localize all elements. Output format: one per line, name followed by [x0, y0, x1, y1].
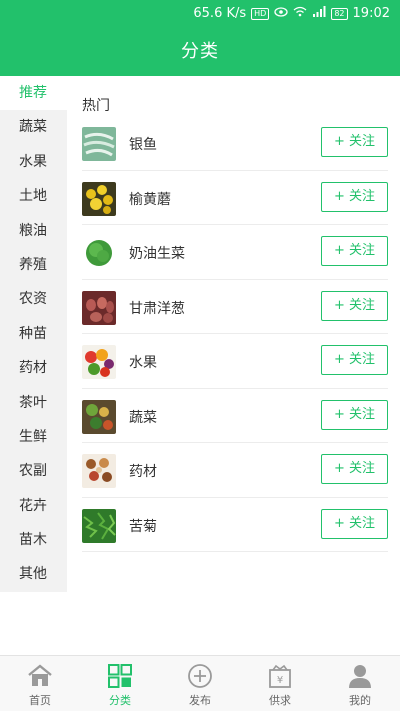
item-name: 银鱼: [129, 137, 157, 153]
profile-icon: [347, 663, 373, 689]
follow-button[interactable]: + 关注: [321, 290, 388, 321]
category-icon: [107, 663, 133, 689]
tab-label: 发布: [189, 694, 211, 707]
list-item[interactable]: 苦菊 + 关注: [82, 498, 388, 552]
list-item[interactable]: 水果 + 关注: [82, 334, 388, 389]
page-title: 分类: [181, 41, 219, 62]
item-name: 甘肃洋葱: [129, 300, 185, 317]
follow-button[interactable]: + 关注: [321, 127, 388, 157]
tab-label: 我的: [349, 694, 371, 707]
list-item[interactable]: 奶油生菜 + 关注: [82, 225, 388, 280]
list-item[interactable]: 榆黄蘑 + 关注: [82, 171, 388, 225]
network-speed: 65.6 K/s: [193, 6, 247, 21]
sidebar-item-recommend[interactable]: 推荐: [0, 76, 67, 111]
wifi-icon: [293, 6, 307, 21]
sidebar-item-livestock[interactable]: 养殖: [0, 248, 67, 282]
section-title-hot: 热门: [82, 98, 110, 114]
signal-icon: [312, 6, 326, 21]
hot-list: 银鱼 + 关注 榆黄蘑 + 关注 奶油生菜 + 关注 甘肃洋葱 + 关注 水果 …: [82, 116, 388, 552]
list-item[interactable]: 银鱼 + 关注: [82, 116, 388, 171]
follow-button[interactable]: + 关注: [321, 399, 388, 430]
sidebar-item-seedlings[interactable]: 种苗: [0, 317, 67, 351]
tab-label: 首页: [29, 694, 51, 707]
silverfish-thumbnail: [82, 127, 116, 161]
sidebar-item-land[interactable]: 土地: [0, 179, 67, 213]
list-item[interactable]: 药材 + 关注: [82, 443, 388, 498]
item-name: 苦菊: [129, 518, 157, 535]
vegetable-thumbnail: [82, 399, 116, 434]
sidebar-item-tea[interactable]: 茶叶: [0, 386, 67, 420]
follow-button[interactable]: + 关注: [321, 236, 388, 266]
sidebar-item-by-products[interactable]: 农副: [0, 454, 67, 488]
sidebar-item-fresh[interactable]: 生鲜: [0, 420, 67, 454]
sidebar-item-herbs[interactable]: 药材: [0, 351, 67, 385]
tab-category[interactable]: 分类: [80, 656, 160, 711]
page-header: 分类: [0, 28, 400, 76]
follow-button[interactable]: + 关注: [321, 454, 388, 484]
follow-button[interactable]: + 关注: [321, 181, 388, 212]
category-sidebar: 推荐 蔬菜 水果 土地 粮油 养殖 农资 种苗 药材 茶叶 生鲜 农副 花卉 苗…: [0, 76, 67, 592]
publish-icon: [187, 663, 213, 689]
supply-demand-icon: ¥: [267, 663, 293, 689]
list-item[interactable]: 蔬菜 + 关注: [82, 389, 388, 443]
tab-publish[interactable]: 发布: [160, 656, 240, 711]
sidebar-item-fruit[interactable]: 水果: [0, 145, 67, 179]
hd-icon: HD: [251, 7, 270, 20]
status-bar: 65.6 K/s HD 82 19:02: [0, 0, 400, 28]
battery-icon: 82: [331, 7, 348, 20]
fruit-thumbnail: [82, 345, 116, 379]
tab-home[interactable]: 首页: [0, 656, 80, 711]
sidebar-item-flowers[interactable]: 花卉: [0, 489, 67, 523]
follow-button[interactable]: + 关注: [321, 508, 388, 539]
tab-label: 分类: [109, 694, 131, 707]
herb-thumbnail: [82, 454, 116, 488]
tab-profile[interactable]: 我的: [320, 656, 400, 711]
item-name: 榆黄蘑: [129, 191, 171, 208]
sidebar-item-vegetables[interactable]: 蔬菜: [0, 110, 67, 144]
svg-text:¥: ¥: [277, 675, 283, 686]
sidebar-item-farm-supplies[interactable]: 农资: [0, 282, 67, 316]
follow-button[interactable]: + 关注: [321, 345, 388, 375]
item-name: 奶油生菜: [129, 246, 185, 262]
butter-lettuce-thumbnail: [82, 236, 116, 270]
clock: 19:02: [352, 6, 390, 21]
tab-label: 供求: [269, 694, 291, 707]
tab-supply-demand[interactable]: ¥ 供求: [240, 656, 320, 711]
home-icon: [27, 663, 53, 689]
eye-icon: [274, 6, 288, 21]
sidebar-item-nursery-trees[interactable]: 苗木: [0, 523, 67, 557]
endive-thumbnail: [82, 508, 116, 543]
sidebar-item-other[interactable]: 其他: [0, 557, 67, 591]
onion-thumbnail: [82, 290, 116, 325]
item-name: 蔬菜: [129, 409, 157, 426]
golden-mushroom-thumbnail: [82, 181, 116, 216]
item-name: 药材: [129, 464, 157, 480]
list-item[interactable]: 甘肃洋葱 + 关注: [82, 280, 388, 334]
item-name: 水果: [129, 355, 157, 371]
bottom-tab-bar: 首页 分类 发布 ¥ 供求 我的: [0, 655, 400, 711]
sidebar-item-grain-oil[interactable]: 粮油: [0, 214, 67, 248]
